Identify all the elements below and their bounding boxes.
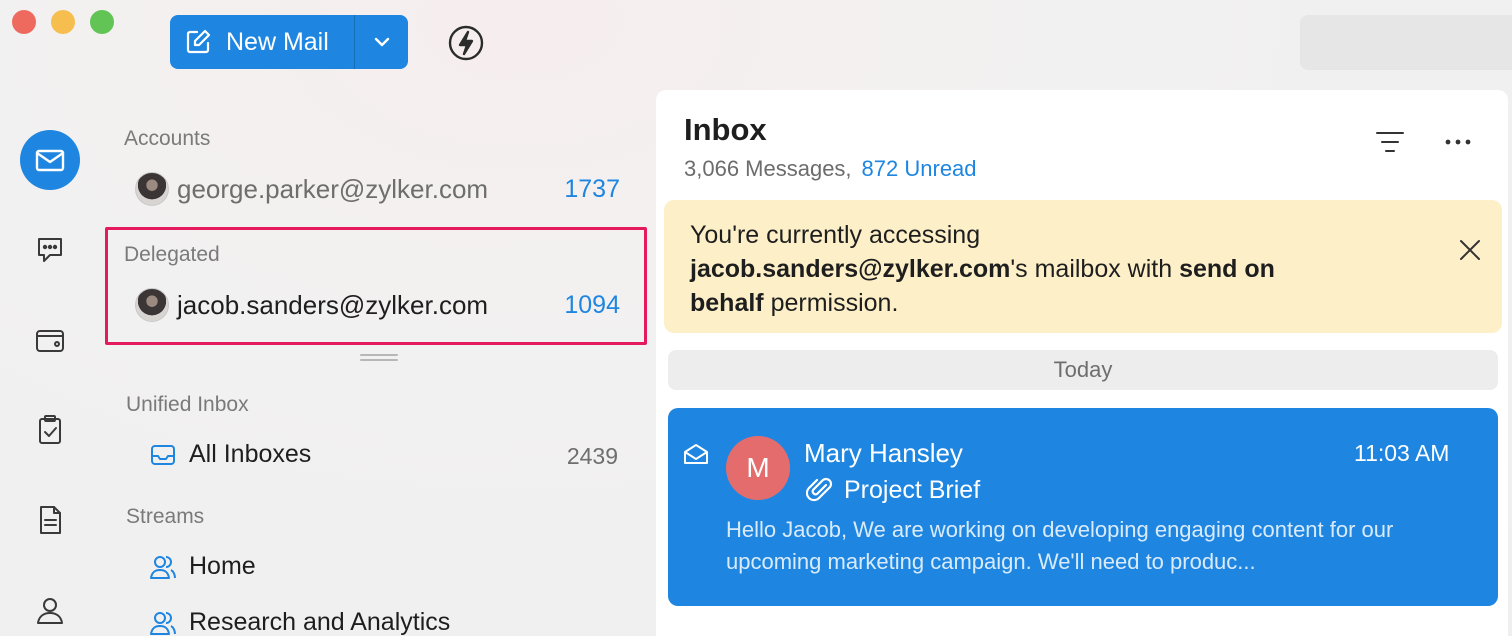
account-row-jacob[interactable]: jacob.sanders@zylker.com: [135, 288, 488, 322]
rail-notes-button[interactable]: [20, 490, 80, 550]
message-count: 3,066 Messages,: [684, 156, 852, 181]
new-mail-split-button: New Mail: [170, 15, 408, 69]
close-window-button[interactable]: [12, 10, 36, 34]
contacts-icon: [37, 598, 63, 624]
folder-all-inboxes[interactable]: All Inboxes: [149, 440, 311, 469]
notice-line1: You're currently accessing: [690, 221, 981, 249]
all-inboxes-count: 2439: [566, 443, 618, 469]
new-mail-dropdown-button[interactable]: [355, 15, 408, 69]
folder-pane: Accounts george.parker@zylker.com 1737 D…: [105, 100, 650, 636]
maximize-window-button[interactable]: [90, 10, 114, 34]
new-mail-button[interactable]: New Mail: [170, 15, 355, 69]
unread-count-link[interactable]: 872 Unread: [862, 156, 977, 181]
stream-home[interactable]: Home: [149, 552, 256, 581]
inbox-tray-icon: [151, 444, 175, 465]
resize-handle[interactable]: [360, 354, 398, 362]
minimize-window-button[interactable]: [51, 10, 75, 34]
lightning-icon[interactable]: [446, 23, 486, 63]
accounts-heading: Accounts: [124, 127, 211, 150]
delegated-heading: Delegated: [124, 243, 220, 266]
chevron-down-icon: [374, 37, 389, 47]
envelope-open-icon: [684, 444, 708, 464]
delegated-unread-count: 1094: [564, 291, 620, 319]
stream-label: Home: [189, 552, 256, 580]
rail-mail-button[interactable]: [20, 130, 80, 190]
account-row-george[interactable]: george.parker@zylker.com: [135, 172, 488, 206]
wallet-icon: [36, 330, 64, 352]
stream-label: Research and Analytics: [189, 608, 451, 636]
all-inboxes-label: All Inboxes: [189, 440, 312, 468]
mail-subject: Project Brief: [844, 476, 981, 504]
mail-preview: Hello Jacob, We are working on developin…: [726, 517, 1394, 574]
filter-icon[interactable]: [1374, 128, 1406, 156]
unified-inbox-heading: Unified Inbox: [126, 393, 249, 416]
new-mail-label: New Mail: [226, 27, 329, 56]
delegated-email: jacob.sanders@zylker.com: [177, 289, 489, 320]
tasks-icon: [39, 415, 61, 444]
compose-icon: [186, 29, 211, 54]
avatar: [135, 288, 169, 322]
account-unread-count: 1737: [564, 175, 620, 203]
delegation-notice: You're currently accessing jacob.sanders…: [664, 200, 1502, 333]
inbox-summary: 3,066 Messages, 872 Unread: [684, 156, 977, 182]
close-icon[interactable]: [1456, 236, 1484, 264]
notice-end: permission.: [763, 289, 899, 317]
rail-chat-button[interactable]: [20, 220, 80, 280]
avatar: [135, 172, 169, 206]
notice-email: jacob.sanders@zylker.com: [690, 255, 1011, 283]
rail-wallet-button[interactable]: [20, 310, 80, 370]
notes-icon: [40, 506, 61, 534]
mail-icon: [35, 149, 65, 172]
sender-name: Mary Hansley: [804, 438, 963, 468]
account-email: george.parker@zylker.com: [177, 173, 489, 204]
notice-bold1: send on: [1179, 255, 1275, 283]
chat-icon: [38, 238, 62, 262]
rail-contacts-button[interactable]: [20, 580, 80, 636]
page-title: Inbox: [684, 112, 767, 147]
group-icon: [150, 611, 176, 635]
list-item[interactable]: M Mary Hansley 11:03 AM Project Brief He…: [668, 408, 1498, 606]
received-time: 11:03 AM: [1354, 440, 1450, 466]
notice-mid: 's mailbox with: [1010, 255, 1180, 283]
attachment-icon: [806, 477, 833, 502]
date-group-header: Today: [668, 350, 1498, 390]
streams-heading: Streams: [126, 505, 205, 528]
stream-research[interactable]: Research and Analytics: [149, 608, 450, 636]
group-icon: [150, 555, 176, 579]
message-list-pane: Inbox 3,066 Messages, 872 Unread You're c…: [656, 90, 1508, 636]
rail-tasks-button[interactable]: [20, 400, 80, 460]
window-controls: [12, 10, 114, 34]
search-bar[interactable]: [1300, 15, 1512, 70]
notice-bold2: behalf: [690, 289, 764, 317]
avatar: M: [726, 436, 790, 500]
more-icon[interactable]: [1442, 126, 1474, 158]
